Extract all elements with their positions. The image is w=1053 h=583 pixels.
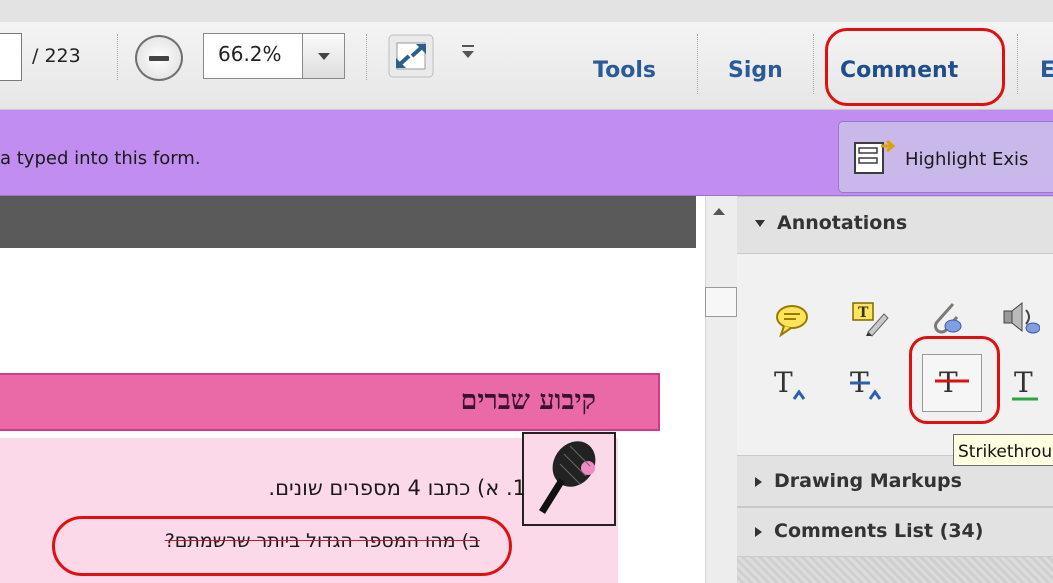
svg-text:T: T (774, 366, 793, 399)
record-audio-icon[interactable] (1000, 298, 1041, 338)
chevron-right-icon (755, 476, 762, 487)
comments-list-section-header[interactable]: Comments List (34) (737, 507, 1053, 557)
chevron-down-icon (462, 51, 474, 58)
strikethrough-tooltip: Strikethrough (953, 434, 1053, 466)
toolbar-separator (117, 34, 118, 80)
strikethrough-button[interactable]: T (922, 354, 982, 412)
scrollbar-thumb[interactable] (705, 287, 737, 317)
highlight-fields-icon (853, 139, 897, 178)
toolbar-separator (813, 34, 814, 94)
tennis-racket-icon (522, 432, 616, 526)
annotations-label: Annotations (777, 212, 908, 234)
comment-highlight-circle (825, 28, 1005, 106)
strikethrough-icon: T (935, 366, 969, 399)
comments-list-label: Comments List (34) (774, 520, 984, 542)
annotations-section-header[interactable]: Annotations (737, 196, 1053, 254)
toolbar-overflow-button[interactable] (462, 45, 478, 65)
zoom-out-button[interactable] (135, 35, 183, 81)
zoom-dropdown-button[interactable] (303, 33, 345, 79)
minus-icon (149, 56, 169, 61)
sticky-note-icon[interactable] (772, 300, 812, 340)
attach-file-icon[interactable] (925, 298, 965, 338)
toolbar-separator (697, 34, 698, 94)
page-number-input[interactable] (0, 33, 22, 81)
extra-pane-button[interactable]: E (1040, 58, 1053, 83)
banner-title: קיבוע שברים (460, 385, 596, 416)
tools-button[interactable]: Tools (593, 58, 656, 83)
panel-empty-area (737, 557, 1053, 583)
svg-text:T: T (1014, 366, 1033, 399)
drawing-markups-label: Drawing Markups (774, 470, 962, 492)
expand-arrows-icon (388, 34, 434, 78)
chevron-down-icon (755, 220, 765, 227)
window-top-strip (0, 0, 1053, 22)
chevron-down-icon (318, 53, 330, 60)
question-text: 1. א) כתבו 4 מספרים שונים. (268, 476, 526, 500)
toolbar-separator (366, 34, 367, 80)
toolbar-separator (1017, 34, 1018, 94)
fit-window-button[interactable] (387, 33, 435, 79)
replace-text-icon[interactable]: T (848, 365, 888, 405)
underline-text-icon[interactable]: T (1010, 365, 1050, 405)
page-count: / 223 (32, 45, 81, 67)
chevron-right-icon (755, 526, 762, 537)
scroll-up-arrow-icon[interactable] (713, 208, 725, 215)
document-viewport-margin (0, 196, 696, 248)
insert-text-icon[interactable]: T (772, 365, 812, 405)
svg-text:T: T (858, 305, 869, 321)
highlight-text-icon[interactable]: T (850, 298, 890, 338)
form-message: a typed into this form. (0, 148, 201, 169)
zoom-input[interactable]: 66.2% (203, 33, 303, 79)
sign-button[interactable]: Sign (728, 58, 783, 83)
section-banner: קיבוע שברים (0, 373, 660, 431)
question-highlight-circle (52, 516, 512, 576)
document-scrollbar[interactable] (705, 196, 737, 583)
menu-line-icon (462, 45, 474, 47)
